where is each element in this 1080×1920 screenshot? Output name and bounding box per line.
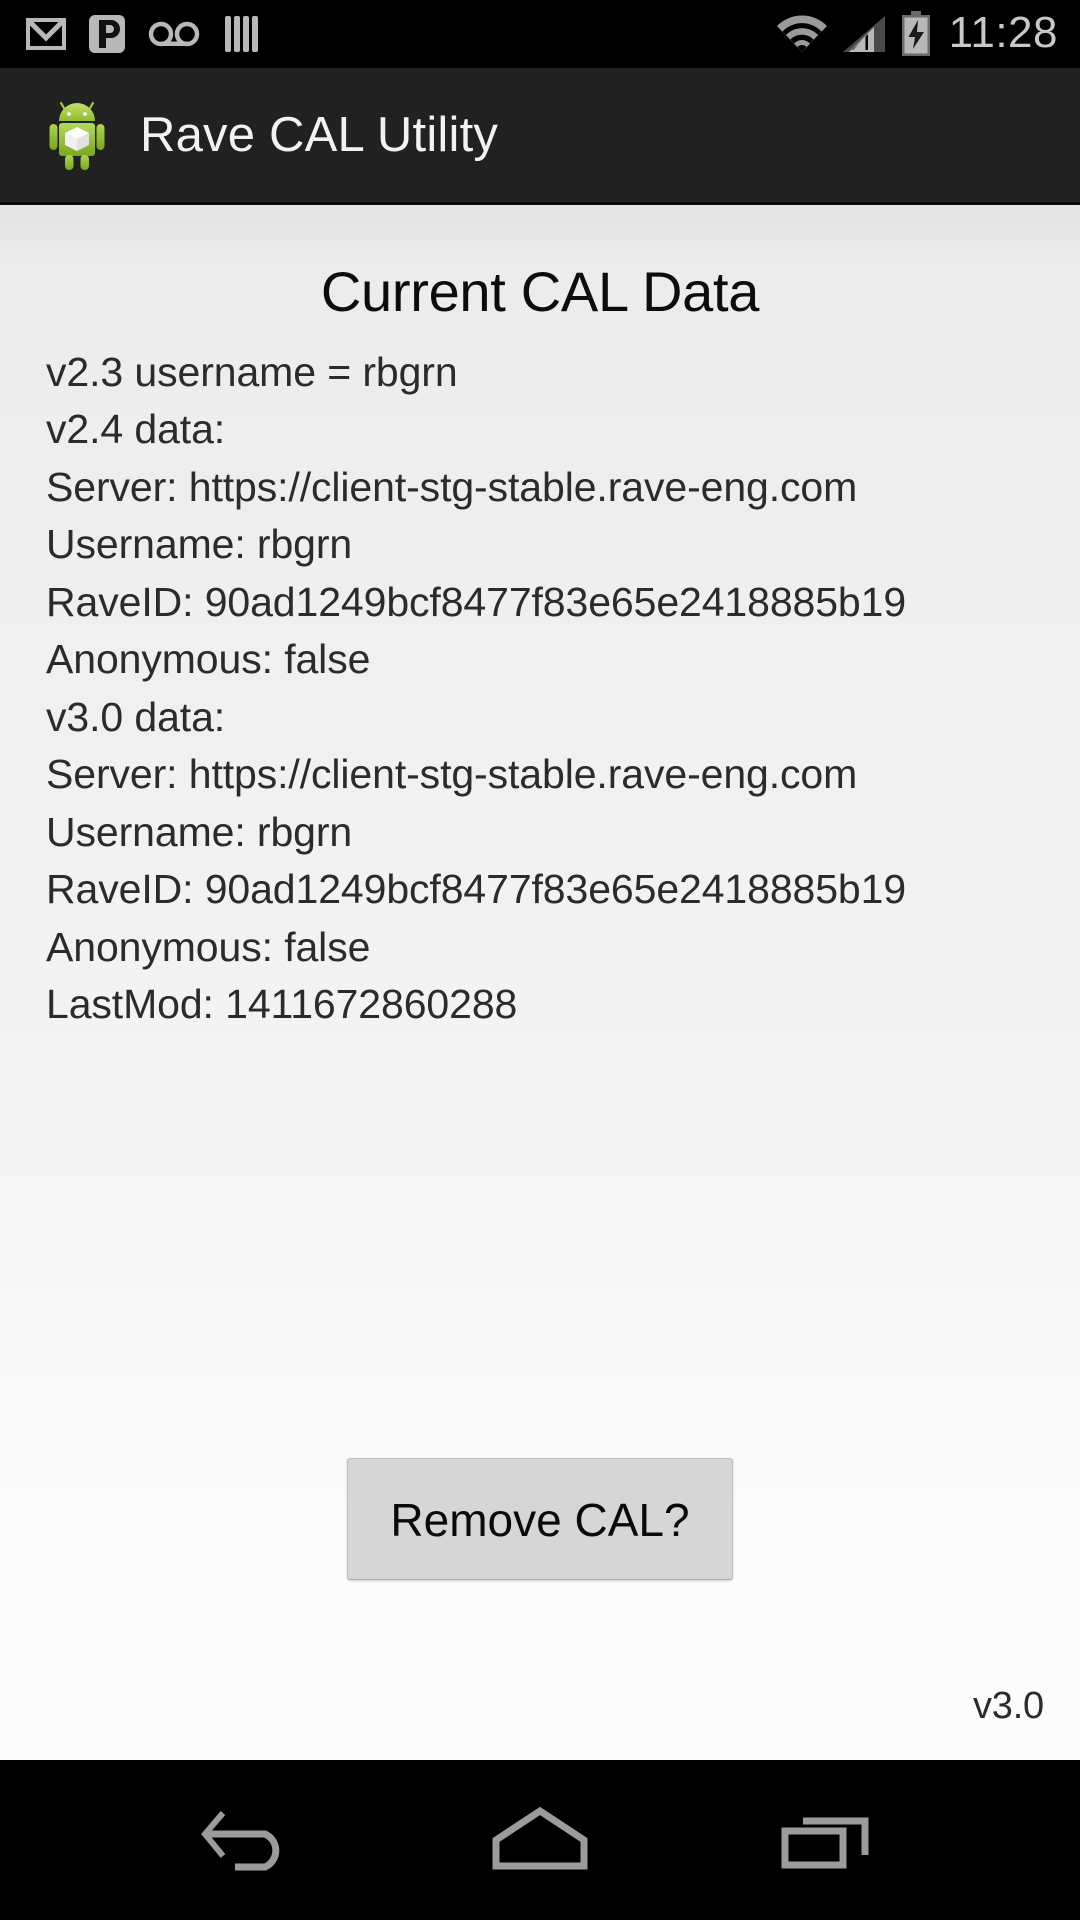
status-bar-notification-icons [26, 14, 260, 54]
list-item: Anonymous: false [46, 923, 371, 970]
list-item: LastMod: 1411672860288 [46, 981, 518, 1028]
cal-data-list: v2.3 username = rbgrn v2.4 data: Server:… [0, 322, 1080, 1034]
list-item: Anonymous: false [46, 636, 371, 683]
remove-cal-button[interactable]: Remove CAL? [347, 1458, 733, 1580]
page-title: Current CAL Data [320, 260, 760, 323]
android-robot-icon [46, 98, 108, 172]
voicemail-icon [148, 20, 200, 48]
battery-charging-icon [899, 11, 933, 57]
navigation-bar [0, 1760, 1080, 1920]
back-button[interactable] [178, 1785, 328, 1895]
list-item: RaveID: 90ad1249bcf8477f83e65e2418885b19 [46, 866, 907, 913]
recents-icon [773, 1807, 881, 1873]
list-item: Username: rbgrn [46, 521, 353, 568]
action-bar: Rave CAL Utility [0, 68, 1080, 205]
app-title: Rave CAL Utility [140, 108, 499, 162]
status-bar-system-icons: 11:28 [775, 7, 1058, 58]
back-icon [199, 1807, 307, 1873]
home-button[interactable] [465, 1785, 615, 1895]
version-label: v3.0 [972, 1685, 1044, 1727]
list-item: Server: https://client-stg-stable.rave-e… [46, 463, 858, 510]
wifi-icon [775, 14, 829, 54]
bottom-area: Remove CAL? v3.0 [0, 1430, 1080, 1760]
list-item: RaveID: 90ad1249bcf8477f83e65e2418885b19 [46, 578, 907, 625]
home-icon [486, 1806, 594, 1873]
list-item: v3.0 data: [46, 693, 226, 740]
list-item: v2.3 username = rbgrn [46, 348, 458, 395]
list-item: Server: https://client-stg-stable.rave-e… [46, 751, 858, 798]
recents-button[interactable] [752, 1785, 902, 1895]
android-screen: 11:28 Rave CAL Utility Current CAL Data … [0, 0, 1080, 1920]
list-item: Username: rbgrn [46, 808, 353, 855]
cell-signal-icon [841, 14, 887, 54]
main-content: Current CAL Data v2.3 username = rbgrn v… [0, 205, 1080, 1760]
list-item: v2.4 data: [46, 406, 226, 453]
gmail-icon [26, 18, 66, 50]
button-row: Remove CAL? [0, 1458, 1080, 1580]
pandora-icon [88, 14, 126, 54]
notification-bars-icon [222, 14, 260, 54]
status-bar-clock: 11:28 [948, 7, 1058, 57]
status-bar: 11:28 [0, 0, 1080, 68]
